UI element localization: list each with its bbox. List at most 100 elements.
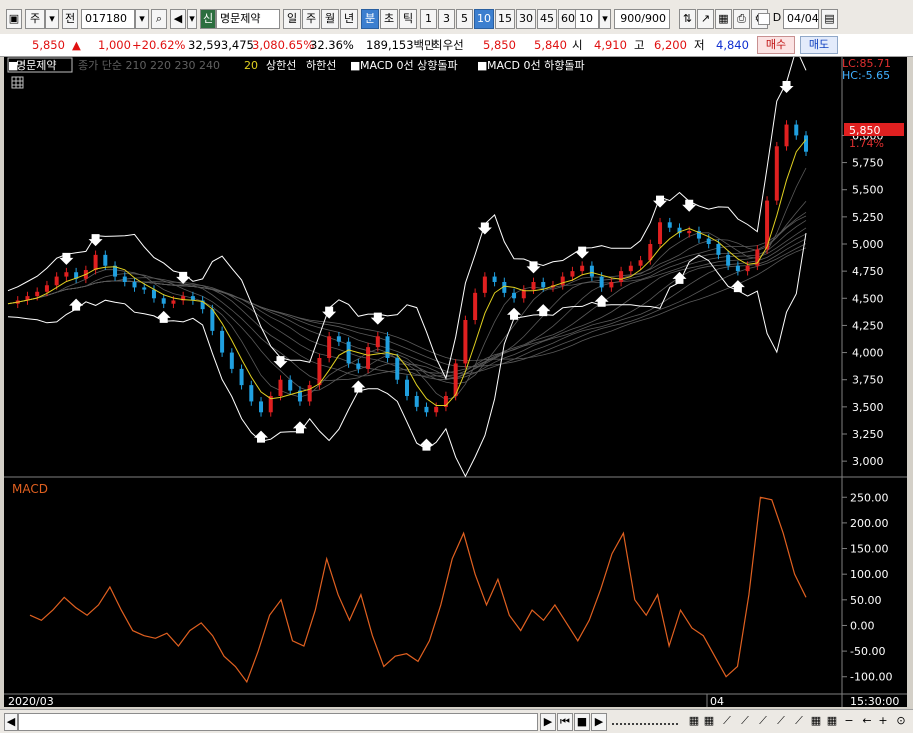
- candle-body: [794, 124, 799, 136]
- line-tool-icon[interactable]: ⟋: [738, 713, 752, 729]
- print-icon[interactable]: ⎙: [733, 9, 750, 29]
- buy-button[interactable]: 매수: [757, 36, 795, 54]
- candle-body: [482, 276, 487, 293]
- macd-axis: 250.00 200.00 150.00 100.00 50.00 0.00 -50.00 -…: [842, 491, 892, 684]
- hc-label: HC:-5.65: [842, 69, 890, 82]
- period-second[interactable]: 초: [380, 9, 398, 29]
- macd-tick-label: -100.00: [850, 671, 892, 684]
- period-week[interactable]: 주: [302, 9, 320, 29]
- market-dropdown-icon[interactable]: ▾: [45, 9, 59, 29]
- macd-tick-label: 0.00: [850, 619, 875, 632]
- line-tool-icon[interactable]: ⟋: [756, 713, 770, 729]
- code-dropdown-icon[interactable]: ▾: [135, 9, 149, 29]
- up-arrow-icon: [672, 271, 687, 284]
- period-minute[interactable]: 분: [361, 9, 379, 29]
- chart-icon[interactable]: ▦: [810, 713, 822, 729]
- chart-icon[interactable]: ▦: [703, 713, 715, 729]
- candle-body: [589, 265, 594, 277]
- price-tick-label: 4,500: [852, 292, 884, 305]
- interval-15[interactable]: 15: [495, 9, 515, 29]
- candle-body: [541, 282, 546, 288]
- up-arrow-icon: [419, 438, 434, 451]
- window-icon[interactable]: ▣: [6, 9, 22, 29]
- date-left: 2020/03: [8, 695, 54, 707]
- high-label: 고: [634, 38, 645, 52]
- chart-type-icon[interactable]: ⇅: [679, 9, 696, 29]
- search-icon[interactable]: ⌕: [151, 9, 167, 29]
- interval-combo[interactable]: 10: [575, 9, 599, 29]
- candle-body: [687, 230, 692, 234]
- candle-body: [424, 406, 429, 413]
- nav-stop-button[interactable]: ■: [574, 713, 590, 731]
- price-tick-label: 5,250: [852, 211, 884, 224]
- save-icon[interactable]: ▦: [715, 9, 732, 29]
- interval-10[interactable]: 10: [474, 9, 494, 29]
- legend-bullet-icon: ■: [477, 59, 487, 72]
- zoom-slider[interactable]: [612, 713, 678, 725]
- date-field[interactable]: 04/04: [783, 9, 819, 29]
- scroll-left-icon[interactable]: ◀: [4, 713, 18, 731]
- date-mid: 04: [710, 695, 724, 707]
- draw-tool-icon[interactable]: ↗: [697, 9, 714, 29]
- candle-body: [307, 385, 312, 402]
- volume-ratio: 3,080.65%: [252, 38, 315, 52]
- best-bid: 5,840: [534, 38, 567, 52]
- period-month[interactable]: 월: [321, 9, 339, 29]
- status-bar: ◀ ▶ ⏮ ■ ▶ ▦ ▦ ⟋ ⟋ ⟋ ⟋ ⟋ ▦ ▦ − ← + ⊙: [0, 709, 913, 733]
- candle-body: [463, 320, 468, 364]
- price-tick-label: 3,000: [852, 455, 884, 468]
- count-field[interactable]: 900/900: [614, 9, 670, 29]
- interval-45[interactable]: 45: [537, 9, 557, 29]
- speaker-icon[interactable]: ◀: [170, 9, 186, 29]
- line-tool-icon[interactable]: ⟋: [774, 713, 788, 729]
- candle-body: [735, 265, 740, 272]
- code-input[interactable]: 017180: [81, 9, 135, 29]
- current-price-tag: 5,850: [849, 124, 881, 137]
- best-ask: 5,850: [483, 38, 516, 52]
- price-tick-label: 3,750: [852, 374, 884, 387]
- line-tool-icon[interactable]: ⟋: [792, 713, 806, 729]
- scrollbar-track[interactable]: [18, 713, 538, 731]
- candle-body: [44, 285, 49, 292]
- zoom-minus-button[interactable]: −: [843, 713, 855, 729]
- market-select[interactable]: 주: [25, 9, 45, 29]
- interval-30[interactable]: 30: [516, 9, 536, 29]
- period-day[interactable]: 일: [283, 9, 301, 29]
- stock-name-field[interactable]: 명문제약: [216, 9, 280, 29]
- chart-panel[interactable]: 6,0005,7505,5005,2505,0004,7504,5004,250…: [4, 47, 907, 708]
- chart-icon[interactable]: ▦: [826, 713, 838, 729]
- candle-body: [804, 135, 808, 152]
- toolbar: ▣ 주 ▾ 전 017180 ▾ ⌕ ◀ ▾ 신 명문제약 일 주 월 년 분 …: [0, 0, 913, 35]
- calendar-icon[interactable]: ▤: [821, 9, 838, 29]
- low-price: 4,840: [716, 38, 749, 52]
- chart-icon[interactable]: ▦: [688, 713, 700, 729]
- zoom-plus-button[interactable]: +: [877, 713, 889, 729]
- candle-body: [366, 347, 371, 369]
- speaker-dropdown-icon[interactable]: ▾: [187, 9, 197, 29]
- nav-end-button[interactable]: ▶: [591, 713, 607, 731]
- period-tick[interactable]: 틱: [399, 9, 417, 29]
- candle-body: [249, 385, 254, 402]
- prev-button[interactable]: 전: [62, 9, 78, 29]
- settings-icon[interactable]: ⊙: [894, 713, 908, 729]
- down-arrow-icon: [59, 252, 74, 265]
- period-year[interactable]: 년: [340, 9, 358, 29]
- candle-body: [784, 124, 789, 147]
- line-tool-icon[interactable]: ⟋: [720, 713, 734, 729]
- macd-tick-label: 100.00: [850, 568, 889, 581]
- interval-dropdown-icon[interactable]: ▾: [599, 9, 611, 29]
- price-macd-chart[interactable]: 6,0005,7505,5005,2505,0004,7504,5004,250…: [4, 47, 907, 708]
- interval-3[interactable]: 3: [438, 9, 455, 29]
- down-arrow-icon: [526, 261, 541, 274]
- sell-button[interactable]: 매도: [800, 36, 838, 54]
- arrow-left-icon[interactable]: ←: [860, 713, 874, 729]
- interval-1[interactable]: 1: [420, 9, 437, 29]
- candle-body: [774, 146, 779, 201]
- interval-5[interactable]: 5: [456, 9, 473, 29]
- candle-body: [667, 222, 672, 228]
- d-checkbox[interactable]: [758, 13, 770, 25]
- nav-next-button[interactable]: ▶: [540, 713, 556, 731]
- legend-upper: 상한선: [266, 59, 296, 72]
- nav-start-button[interactable]: ⏮: [557, 713, 573, 731]
- change-arrow-icon: ▲: [72, 38, 81, 52]
